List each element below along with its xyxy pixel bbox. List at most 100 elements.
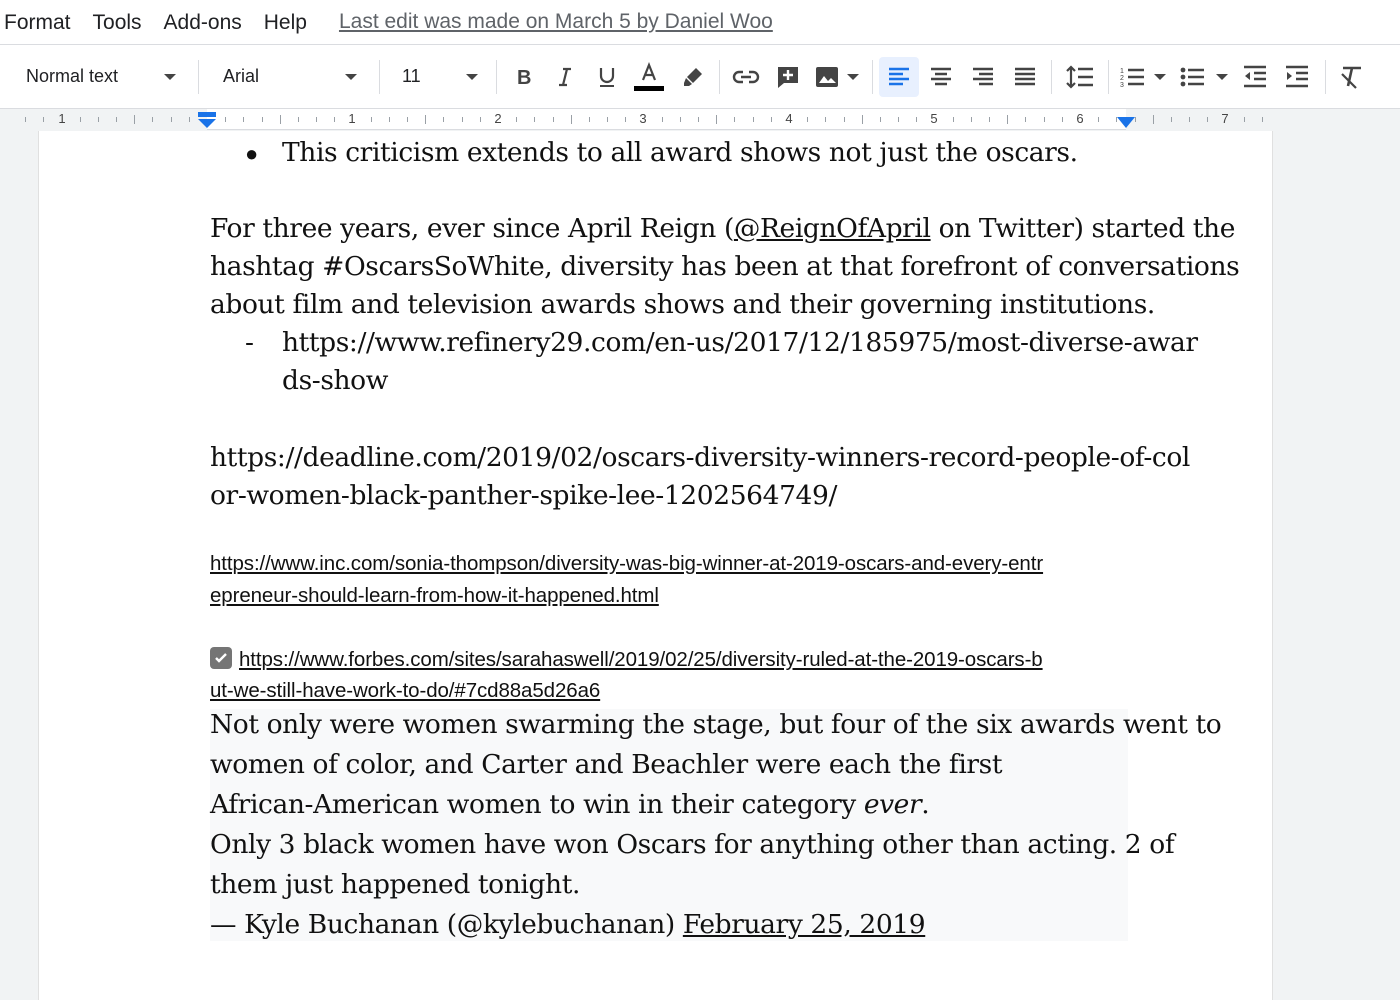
ruler-tick [98,117,99,122]
ruler-left-margin [0,109,207,130]
tweet-date-link[interactable]: February 25, 2019 [683,909,926,940]
ruler-tick [1189,117,1190,122]
menu-bar: Format Tools Add-ons Help Last edit was … [0,0,1400,44]
quote-text: . [921,789,930,820]
checkmark-icon [215,653,227,663]
ruler-tick [1135,117,1136,122]
ruler-tick [43,117,44,122]
ruler-number: 1 [348,111,356,126]
menu-tools[interactable]: Tools [93,12,142,33]
font-family-select[interactable]: Arial [223,57,357,97]
ruler-tick [734,117,735,122]
toolbar: Normal text Arial 11 B 1 2 3 [0,44,1400,108]
ruler-tick [407,117,408,122]
ruler-tick [1116,117,1117,122]
forbes-article-link[interactable]: ut-we-still-have-work-to-do/#7cd88a5d26a… [210,679,600,703]
ruler-tick [862,115,863,124]
toolbar-divider [1108,59,1109,94]
menu-add-ons[interactable]: Add-ons [164,12,242,33]
ruler-tick [480,117,481,122]
decrease-indent-button[interactable] [1235,57,1275,97]
bold-button[interactable]: B [503,57,543,97]
ruler-number: 4 [785,111,793,126]
underline-button[interactable] [587,57,627,97]
ruler-tick [389,117,390,122]
ruler-tick [898,117,899,122]
ruler-tick [225,117,226,122]
justify-button[interactable] [1005,57,1045,97]
numbered-list-icon: 123 [1120,68,1144,89]
clear-formatting-icon [1341,66,1361,89]
ruler-number: 5 [930,111,938,126]
bulleted-list-dropdown[interactable] [1213,57,1231,97]
inc-article-link[interactable]: epreneur-should-learn-from-how-it-happen… [210,584,659,608]
clear-formatting-button[interactable] [1332,57,1372,97]
insert-image-button[interactable] [810,57,844,97]
right-indent-marker-icon[interactable] [1117,117,1135,129]
numbered-list-button[interactable]: 123 [1117,57,1147,97]
menu-format[interactable]: Format [4,12,71,33]
align-left-button[interactable] [879,56,919,97]
insert-link-button[interactable] [726,57,766,97]
highlight-button[interactable] [673,57,713,97]
inc-article-link[interactable]: https://www.inc.com/sonia-thompson/diver… [210,552,1043,576]
quote-line: women of color, and Carter and Beachler … [210,749,1003,780]
increase-indent-button[interactable] [1277,57,1317,97]
ruler-tick [825,117,826,122]
ruler-tick [134,115,135,124]
paragraph-line: For three years, ever since April Reign … [210,213,1235,244]
numbered-list-dropdown[interactable] [1151,57,1169,97]
ruler-tick [371,117,372,122]
insert-image-dropdown[interactable] [844,57,862,97]
ruler-tick [1062,117,1063,122]
toolbar-divider [379,59,380,94]
left-indent-marker-icon[interactable] [197,111,217,129]
forbes-article-link[interactable]: https://www.forbes.com/sites/sarahaswell… [239,648,1043,672]
ruler-tick [116,117,117,122]
ruler-tick [1244,117,1245,122]
ruler[interactable]: 1 1 2 3 4 5 6 7 [0,108,1400,130]
toolbar-divider [1051,59,1052,94]
chevron-down-icon [345,73,357,80]
italic-button[interactable] [545,57,585,97]
ruler-tick [334,117,335,122]
align-right-button[interactable] [963,57,1003,97]
twitter-handle-link[interactable]: @ReignOfApril [734,213,931,244]
bold-icon: B [517,67,531,89]
svg-text:B: B [517,67,531,89]
chevron-down-icon [1154,73,1166,80]
align-center-button[interactable] [921,57,961,97]
ruler-number: 2 [494,111,502,126]
ruler-tick [1044,117,1045,122]
menu-help[interactable]: Help [264,12,307,33]
toolbar-divider [1325,59,1326,94]
increase-indent-icon [1286,65,1308,87]
ruler-tick [589,117,590,122]
ruler-tick [189,117,190,122]
font-family-value: Arial [223,66,260,86]
paragraph-line: about film and television awards shows a… [210,289,1155,320]
text-color-button[interactable] [629,57,669,97]
ruler-tick [844,117,845,122]
document-page[interactable]: ● This criticism extends to all award sh… [38,131,1273,1000]
ruler-tick [662,117,663,122]
chevron-down-icon [164,73,176,80]
last-edit-link[interactable]: Last edit was made on March 5 by Daniel … [339,10,773,34]
ruler-scale: 1 1 2 3 4 5 6 7 [0,109,1400,131]
insert-comment-button[interactable] [768,57,808,97]
toolbar-divider [719,59,720,94]
bulleted-list-button[interactable] [1175,57,1209,97]
quote-emphasis: ever [863,789,922,820]
chevron-down-icon [847,73,859,80]
checkbox-icon[interactable] [210,647,232,669]
paragraph-style-select[interactable]: Normal text [26,57,176,97]
ruler-tick [262,117,263,122]
ruler-tick [1153,115,1154,124]
document-canvas[interactable]: ● This criticism extends to all award sh… [0,131,1400,1000]
line-spacing-button[interactable] [1060,57,1100,97]
ruler-tick [1262,117,1263,122]
toolbar-divider [872,59,873,94]
deadline-url-line: https://deadline.com/2019/02/oscars-dive… [210,442,1190,473]
font-size-select[interactable]: 11 [402,57,478,97]
ruler-tick [971,117,972,122]
